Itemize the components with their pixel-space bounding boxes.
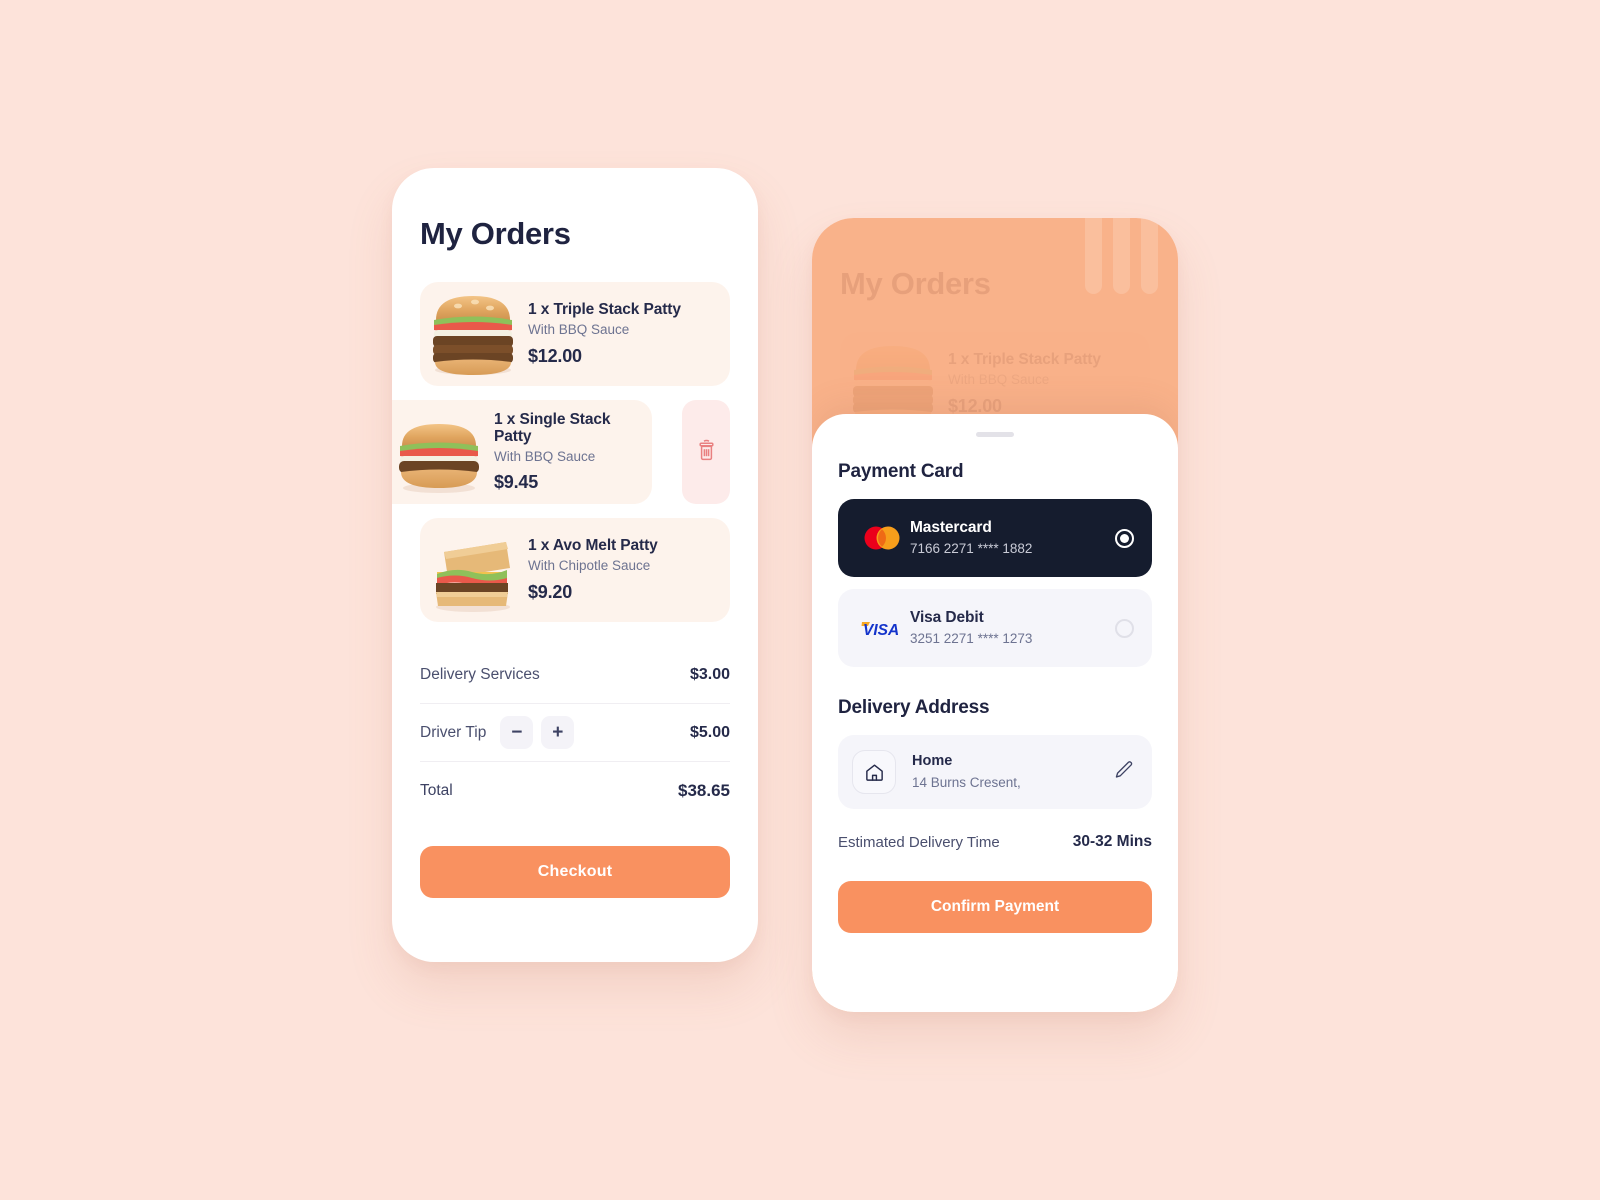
card-text: Mastercard 7166 2271 **** 1882: [910, 519, 1115, 558]
order-card[interactable]: 1 x Single Stack Patty With BBQ Sauce $9…: [392, 400, 652, 504]
list-item[interactable]: 1 x Avo Melt Patty With Chipotle Sauce $…: [420, 518, 730, 622]
address-line: 14 Burns Cresent,: [912, 774, 1021, 790]
order-item-sauce: With BBQ Sauce: [494, 448, 596, 464]
decorative-bar: [1113, 218, 1130, 294]
summary-label: Total: [420, 782, 453, 799]
orders-list: 1 x Triple Stack Patty With BBQ Sauce $1…: [392, 282, 758, 622]
confirm-payment-button[interactable]: Confirm Payment: [838, 881, 1152, 933]
visa-logo: VISA: [854, 617, 910, 639]
decorative-bar: [1085, 218, 1102, 294]
list-item[interactable]: 1 x Single Stack Patty With BBQ Sauce $9…: [392, 400, 730, 504]
order-item-name: 1 x Single Stack Patty: [494, 410, 611, 445]
pencil-edit-icon[interactable]: [1113, 759, 1134, 785]
order-item-price: $12.00: [528, 345, 582, 366]
summary-row-total: Total $38.65: [420, 762, 730, 820]
avo-melt-sandwich-image: [420, 522, 526, 618]
summary-value: $5.00: [689, 723, 730, 741]
screenshot-canvas: My Orders 1 x Triple Stack Patty With BB…: [0, 0, 1600, 1200]
delete-order-button[interactable]: [682, 400, 730, 504]
trash-icon: [696, 438, 717, 467]
delivery-address-card[interactable]: Home 14 Burns Cresent,: [838, 735, 1152, 809]
card-number: 7166 2271 **** 1882: [910, 541, 1033, 557]
payment-card-heading: Payment Card: [838, 461, 964, 482]
order-item-name: 1 x Avo Melt Patty: [528, 537, 658, 555]
eta-label: Estimated Delivery Time: [838, 833, 1000, 851]
order-card[interactable]: 1 x Triple Stack Patty With BBQ Sauce $1…: [420, 282, 730, 386]
order-item-price: $9.45: [494, 472, 539, 493]
home-icon: [852, 750, 896, 794]
order-details: 1 x Avo Melt Patty With Chipotle Sauce $…: [526, 537, 658, 603]
order-item-sauce: With BBQ Sauce: [528, 322, 630, 338]
radio-button-selected[interactable]: [1115, 528, 1134, 548]
order-card[interactable]: 1 x Avo Melt Patty With Chipotle Sauce $…: [420, 518, 730, 622]
triple-stack-burger-image: [420, 286, 526, 382]
order-details: 1 x Single Stack Patty With BBQ Sauce $9…: [492, 411, 652, 494]
delivery-address-heading: Delivery Address: [838, 697, 990, 718]
payment-phone-screen: My Orders 1 x Triple Stack Patty With BB…: [812, 218, 1178, 1012]
decrement-tip-button[interactable]: −: [500, 716, 534, 749]
checkout-button[interactable]: Checkout: [420, 846, 730, 898]
decorative-bars: [1085, 218, 1178, 294]
order-item-sauce: With Chipotle Sauce: [528, 558, 651, 574]
summary-value: $38.65: [678, 781, 730, 800]
estimated-delivery-row: Estimated Delivery Time 30-32 Mins: [838, 833, 1152, 851]
summary-row-driver-tip: Driver Tip − + $5.00: [420, 704, 730, 762]
summary-label: Driver Tip: [420, 723, 487, 741]
card-number: 3251 2271 **** 1273: [910, 631, 1033, 647]
decorative-bar: [1141, 218, 1158, 294]
list-item[interactable]: 1 x Triple Stack Patty With BBQ Sauce $1…: [420, 282, 730, 386]
summary-label: Delivery Services: [420, 665, 540, 683]
order-details: 1 x Triple Stack Patty With BBQ Sauce $1…: [946, 351, 1101, 417]
orders-phone-screen: My Orders 1 x Triple Stack Patty With BB…: [392, 168, 758, 962]
payment-bottom-sheet: Payment Card Mastercard 7166 2271 **** 1…: [812, 414, 1178, 1012]
payment-card-option-mastercard[interactable]: Mastercard 7166 2271 **** 1882: [838, 499, 1152, 577]
mastercard-logo: [854, 523, 910, 553]
radio-button-unselected[interactable]: [1115, 618, 1134, 638]
card-text: Visa Debit 3251 2271 **** 1273: [910, 609, 1115, 648]
eta-value: 30-32 Mins: [1072, 833, 1152, 850]
summary-value: $3.00: [689, 665, 730, 683]
order-details: 1 x Triple Stack Patty With BBQ Sauce $1…: [526, 301, 681, 367]
page-title: My Orders: [420, 216, 571, 251]
sheet-drag-handle[interactable]: [976, 432, 1014, 437]
summary-row-delivery: Delivery Services $3.00: [420, 646, 730, 704]
svg-text:VISA: VISA: [863, 622, 899, 639]
order-item-name: 1 x Triple Stack Patty: [528, 301, 681, 319]
increment-tip-button[interactable]: +: [541, 716, 575, 749]
payment-card-option-visa[interactable]: VISA Visa Debit 3251 2271 **** 1273: [838, 589, 1152, 667]
address-text: Home 14 Burns Cresent,: [896, 753, 1113, 791]
order-item-price: $9.20: [528, 581, 573, 602]
quantity-stepper: − +: [500, 716, 575, 749]
card-brand-name: Visa Debit: [910, 608, 984, 626]
order-item-sauce: With BBQ Sauce: [948, 372, 1050, 388]
order-summary: Delivery Services $3.00 Driver Tip − + $…: [420, 646, 730, 820]
single-stack-burger-image: [392, 404, 492, 500]
order-item-name: 1 x Triple Stack Patty: [948, 351, 1101, 369]
card-brand-name: Mastercard: [910, 518, 992, 536]
address-label: Home: [912, 753, 953, 770]
